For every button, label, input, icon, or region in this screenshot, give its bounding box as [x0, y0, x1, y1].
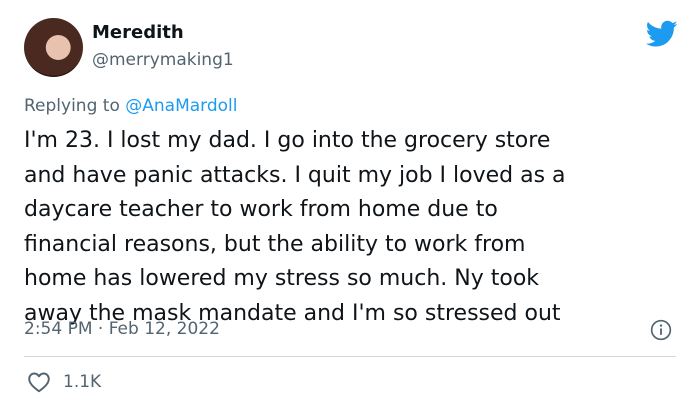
- author-display-name[interactable]: Meredith: [92, 22, 184, 43]
- like-count[interactable]: 1.1K: [63, 372, 101, 392]
- twitter-bird-icon[interactable]: [646, 20, 678, 48]
- heart-icon[interactable]: [27, 371, 51, 393]
- reply-context: Replying to @AnaMardoll: [24, 96, 238, 116]
- divider: [24, 356, 676, 357]
- info-icon[interactable]: [650, 319, 672, 341]
- avatar[interactable]: [24, 18, 83, 77]
- author-handle[interactable]: @merrymaking1: [92, 50, 234, 70]
- tweet-timestamp[interactable]: 2:54 PM · Feb 12, 2022: [24, 319, 220, 339]
- reply-prefix: Replying to: [24, 96, 126, 116]
- tweet-text: I'm 23. I lost my dad. I go into the gro…: [24, 128, 566, 326]
- reply-mention-link[interactable]: @AnaMardoll: [125, 96, 237, 116]
